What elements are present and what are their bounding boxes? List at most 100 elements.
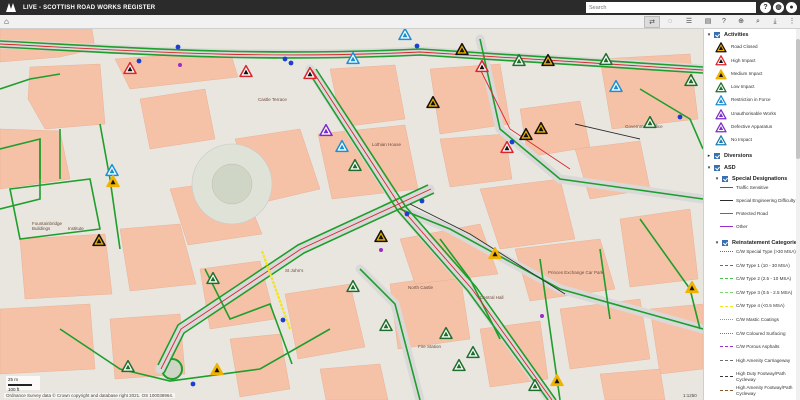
- legend-line-swatch: [720, 319, 733, 321]
- legend-group-label: Reinstatement Categories: [732, 240, 800, 246]
- low-impact-symbol[interactable]: [715, 82, 727, 93]
- scroll-thumb[interactable]: [796, 39, 800, 159]
- legend-line-item: Special Engineering Difficulty: [718, 198, 800, 204]
- legend-item-label: C/W Type 2 (2.5 - 10 MSA): [736, 276, 792, 282]
- road-closed-symbol[interactable]: [715, 42, 727, 53]
- legend-line-swatch: [720, 213, 733, 215]
- caret-down-icon[interactable]: ▾: [714, 176, 720, 182]
- home-icon[interactable]: ⌂: [4, 17, 14, 27]
- help-icon[interactable]: ?: [760, 2, 771, 13]
- map-toolbar: ⌂ ⇄ ◌ ☰ ▤ ? ⊕ ⌕ ⤓ ⋮: [0, 15, 800, 29]
- legend-line-item: C/W Type 3 (0.5 - 2.5 MSA): [718, 290, 800, 296]
- legend-item-label: Protected Road: [736, 211, 768, 216]
- reinstatement-checkbox[interactable]: [722, 240, 728, 246]
- map-label: Princes Exchange Car Park: [548, 270, 604, 275]
- legend-line-swatch: [720, 251, 733, 253]
- legend-line-swatch: [720, 264, 733, 266]
- legend-group-asd[interactable]: ▾ ASD: [704, 163, 736, 173]
- legend-line-item: C/W Type 4 (<0.5 MSA): [718, 303, 800, 309]
- legend-group-diversions[interactable]: ▸ Diversions: [704, 151, 752, 161]
- diversions-checkbox[interactable]: [714, 153, 720, 159]
- legend-line-item: High Amenity Footway/Path Cycleway: [718, 385, 800, 396]
- low-impact-icon: [715, 82, 727, 93]
- legend-line-swatch: [720, 292, 733, 294]
- medium-impact-symbol[interactable]: [715, 68, 727, 80]
- defective-apparatus-icon: [715, 121, 727, 133]
- special-checkbox[interactable]: [722, 176, 728, 182]
- legend-item-label: High Amenity Footway/Path Cycleway: [736, 385, 793, 396]
- no-impact-icon: [715, 135, 727, 146]
- map-label: Castle Terrace: [258, 97, 287, 102]
- legend-item-label: C/W Mastic Coatings: [736, 317, 779, 322]
- legend-item-label: C/W Porous Asphalts: [736, 344, 780, 350]
- legend-item-label: Low Impact: [731, 84, 755, 90]
- no-impact-symbol[interactable]: [715, 135, 727, 146]
- user-icon[interactable]: ●: [786, 2, 797, 13]
- legend-item-label: C/W Special Type (>30 MSA): [736, 249, 796, 254]
- legend-line-item: Traffic Sensitive: [718, 185, 800, 191]
- legend-item-label: C/W Type 4 (<0.5 MSA): [736, 303, 785, 309]
- legend-item-label: Unauthorisable Works: [731, 110, 777, 116]
- map-label: Lothian House: [372, 142, 402, 147]
- search-icon[interactable]: ⌕: [750, 16, 766, 28]
- map-label: Buildings: [32, 226, 51, 231]
- caret-down-icon[interactable]: ▾: [714, 240, 720, 246]
- legend-line-swatch: [720, 346, 733, 348]
- legend-line-swatch: [720, 376, 733, 378]
- legend-line-item: Other: [718, 224, 800, 230]
- download-icon[interactable]: ⤓: [767, 16, 783, 28]
- legend-item-label: Defective Apparatus: [731, 124, 773, 130]
- zoom-in-icon[interactable]: ⊕: [733, 16, 749, 28]
- layers-icon[interactable]: ◌: [662, 16, 678, 28]
- app-header: LIVE - SCOTTISH ROAD WORKS REGISTER ? ◍ …: [0, 0, 800, 15]
- legend-scrollbar[interactable]: [796, 29, 800, 400]
- undeliverable-works-symbol[interactable]: [715, 108, 727, 119]
- legend-item-no-impact: No Impact: [714, 134, 800, 146]
- legend-line-item: C/W Special Type (>30 MSA): [718, 249, 800, 255]
- legend-line-swatch: [720, 200, 733, 202]
- legend-item-label: No Impact: [731, 137, 752, 143]
- legend-item-label: C/W Type 3 (0.5 - 2.5 MSA): [736, 289, 793, 295]
- map-attribution: Ordnance Survey data © Crown copyright a…: [4, 393, 176, 398]
- legend-item-label: Special Engineering Difficulty: [736, 198, 796, 203]
- more-icon[interactable]: ⋮: [784, 16, 800, 28]
- map-layer[interactable]: FountainbridgeBuildings InstituteLothian …: [0, 29, 703, 400]
- defective-apparatus-symbol[interactable]: [715, 121, 727, 133]
- legend-item-label: High Duty Footway/Path Cycleway: [736, 371, 786, 382]
- legend-item-medium-impact: Medium Impact: [714, 68, 800, 80]
- search-input[interactable]: [586, 2, 756, 13]
- legend-group-special[interactable]: ▾ Special Designations: [712, 174, 787, 184]
- info-icon[interactable]: ?: [716, 16, 732, 28]
- legend-line-swatch: [720, 305, 733, 307]
- restriction-in-force-symbol[interactable]: [715, 95, 727, 106]
- legend-group-reinstatement[interactable]: ▾ Reinstatement Categories: [712, 238, 800, 248]
- map-label: North Castle: [408, 285, 434, 290]
- globe-icon[interactable]: ◍: [773, 2, 784, 13]
- high-impact-symbol[interactable]: [715, 55, 727, 66]
- header-actions: ? ◍ ●: [760, 2, 799, 13]
- legend-group-label: ASD: [724, 165, 736, 171]
- legend-line-swatch: [720, 360, 733, 362]
- legend-group-label: Diversions: [724, 153, 753, 159]
- undeliverable-works-icon: [715, 108, 727, 119]
- activities-checkbox[interactable]: [714, 32, 720, 38]
- legend-item-label: Road Closed: [731, 44, 758, 50]
- map-label: Fire Station: [418, 344, 442, 349]
- road-closed-icon: [715, 42, 727, 53]
- legend-item-road-closed: Road Closed: [714, 41, 800, 53]
- legend-line-item: C/W Porous Asphalts: [718, 344, 800, 350]
- caret-down-icon[interactable]: ▾: [706, 32, 712, 38]
- legend-toggle-icon[interactable]: ▤: [700, 16, 716, 28]
- legend-item-label: High Amenity Carriageway: [736, 357, 791, 363]
- legend-line-item: C/W Coloured Surfacing: [718, 331, 800, 337]
- legend-item-undeliverable-works: Unauthorisable Works: [714, 108, 800, 120]
- legend-line-item: C/W Type 2 (2.5 - 10 MSA): [718, 276, 800, 282]
- legend-group-activities[interactable]: ▾ Activities: [704, 30, 748, 40]
- asd-checkbox[interactable]: [714, 165, 720, 171]
- caret-right-icon[interactable]: ▸: [706, 153, 712, 159]
- list-icon[interactable]: ☰: [681, 16, 697, 28]
- map-canvas[interactable]: Fountainbridge Buildings Institute Lothian …: [0, 29, 703, 400]
- legend-line-item: Protected Road: [718, 211, 800, 217]
- select-tool-icon[interactable]: ⇄: [644, 16, 660, 28]
- caret-down-icon[interactable]: ▾: [706, 165, 712, 171]
